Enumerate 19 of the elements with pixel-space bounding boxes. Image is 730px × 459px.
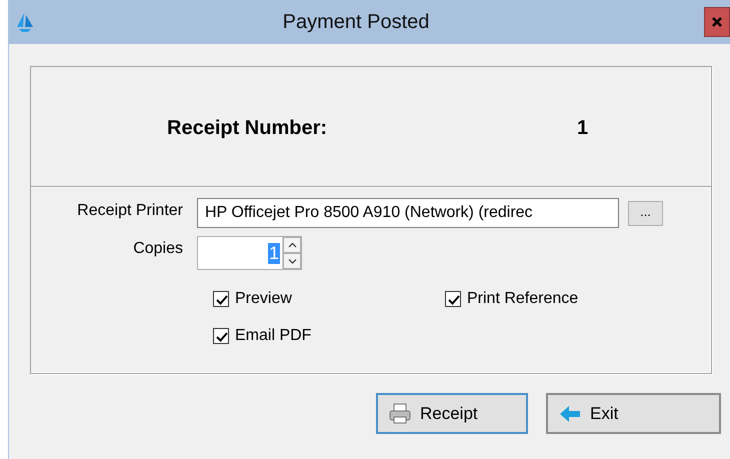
printer-label: Receipt Printer [76,201,184,220]
copies-label: Copies [132,239,184,258]
checkbox-label[interactable]: Preview [235,290,292,308]
browse-button[interactable]: ... [628,200,663,226]
window-title: Payment Posted [282,10,430,34]
close-icon [711,16,723,28]
close-button[interactable] [704,7,730,37]
checkbox[interactable] [213,328,229,344]
app-logo-icon [14,11,36,33]
exit-button[interactable]: Exit [546,393,721,434]
printer-icon [388,402,412,426]
receipt-number-label: Receipt Number: [167,117,328,140]
checkbox-label[interactable]: Print Reference [467,290,578,308]
receipt-number-value: 1 [577,117,588,140]
checkbox[interactable] [213,291,229,307]
printer-field[interactable]: HP Officejet Pro 8500 A910 (Network) (redirec [197,198,619,228]
receipt-button[interactable]: Receipt [376,393,528,434]
checkbox[interactable] [445,291,461,307]
checkbox-label[interactable]: Email PDF [235,327,312,345]
